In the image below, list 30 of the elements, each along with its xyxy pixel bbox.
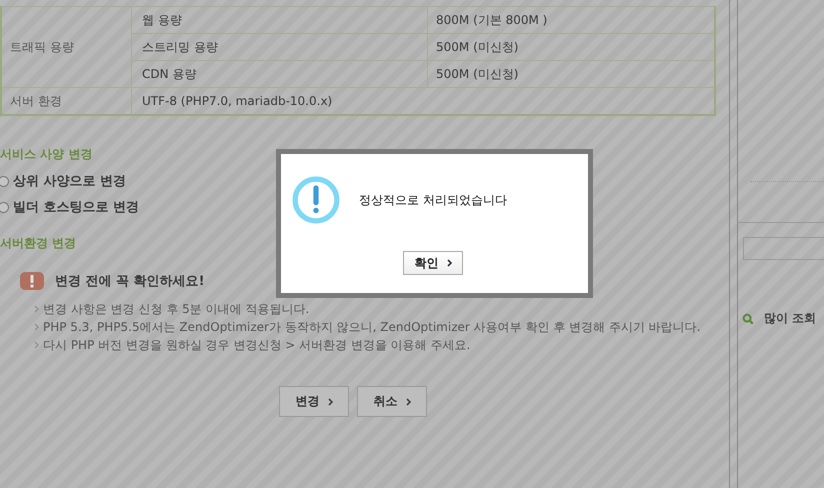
exclamation-icon	[291, 175, 341, 225]
action-button[interactable]: 변경	[279, 386, 349, 417]
table-cell: 800M (기본 800M )	[428, 6, 715, 34]
table-cell: CDN 용량	[132, 60, 428, 88]
note-text: 다시 PHP 버전 변경을 원하실 경우 변경신청 > 서버환경 변경을 이용해 주세요.	[43, 336, 470, 354]
chevron-icon	[328, 398, 333, 406]
confirm-button[interactable]: 확인	[403, 251, 463, 275]
notice-title: 변경 전에 꼭 확인하세요!	[55, 273, 205, 290]
dialog-message: 정상적으로 처리되었습니다	[359, 192, 507, 208]
chevron-icon	[406, 398, 411, 406]
sidebar-heading: 많이 조회	[764, 310, 816, 327]
section-heading: 서버환경 변경	[0, 235, 78, 252]
row-label: 트래픽 용량	[1, 6, 132, 88]
warning-icon	[20, 272, 44, 290]
table-cell: 스트리밍 용량	[132, 34, 428, 60]
table-cell: 웹 용량	[132, 6, 428, 34]
section-heading: 서비스 사양 변경	[0, 146, 94, 163]
chevron-icon	[34, 341, 39, 349]
radio-label[interactable]: 상위 사양으로 변경	[13, 172, 126, 190]
chevron-icon	[34, 305, 39, 313]
radio-label[interactable]: 빌더 호스팅으로 변경	[13, 198, 140, 216]
search-icon	[742, 312, 754, 324]
chevron-icon	[34, 323, 39, 331]
chevron-icon	[446, 259, 452, 268]
note-text: 변경 사항은 변경 신청 후 5분 이내에 적용됩니다.	[43, 300, 310, 318]
action-button[interactable]: 취소	[357, 386, 427, 417]
radio-button[interactable]	[0, 202, 9, 212]
note-text: PHP 5.3, PHP5.5에서는 ZendOptimizer가 동작하지 않으니, ZendOptimizer 사용여부 확인 후 변경해 주시기 바랍니다.	[43, 318, 701, 336]
search-field[interactable]	[743, 237, 824, 260]
radio-button[interactable]	[0, 176, 9, 186]
